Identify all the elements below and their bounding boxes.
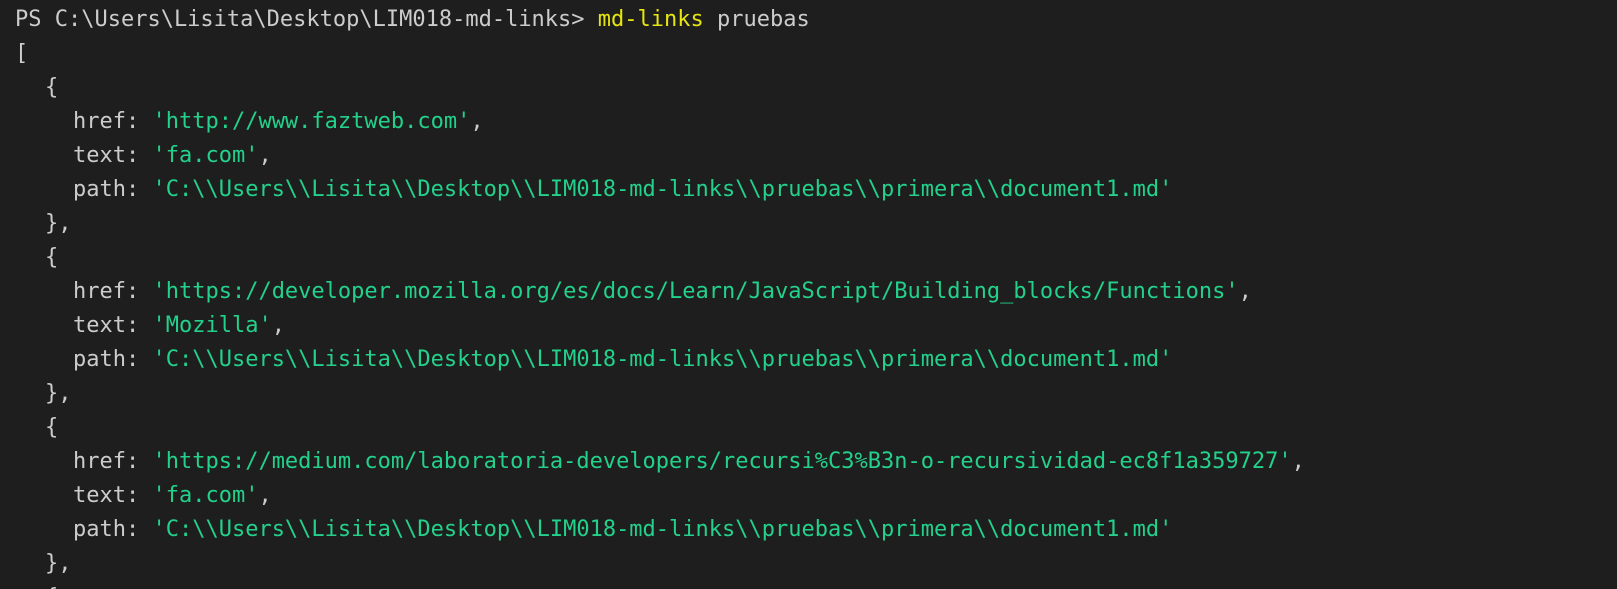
href-key: href: bbox=[73, 109, 153, 134]
href-value: 'https://developer.mozilla.org/es/docs/L… bbox=[152, 279, 1239, 304]
entry-close-brace: }, bbox=[45, 551, 72, 576]
href-key: href: bbox=[73, 279, 153, 304]
href-value: 'http://www.faztweb.com' bbox=[152, 109, 471, 134]
text-value: 'fa.com' bbox=[152, 483, 259, 508]
terminal-window[interactable]: PS C:\Users\Lisita\Desktop\LIM018-md-lin… bbox=[0, 0, 1617, 589]
entry-path-line: path: 'C:\\Users\\Lisita\\Desktop\\LIM01… bbox=[15, 173, 1617, 207]
entry-href-line: href: 'https://developer.mozilla.org/es/… bbox=[15, 275, 1617, 309]
path-key: path: bbox=[73, 177, 153, 202]
entry-path-line: path: 'C:\\Users\\Lisita\\Desktop\\LIM01… bbox=[15, 513, 1617, 547]
text-key: text: bbox=[73, 143, 153, 168]
href-key: href: bbox=[73, 449, 153, 474]
comma: , bbox=[1291, 449, 1305, 474]
prompt-path: PS C:\Users\Lisita\Desktop\LIM018-md-lin… bbox=[15, 7, 585, 32]
comma: , bbox=[258, 483, 272, 508]
comma: , bbox=[271, 313, 285, 338]
text-key: text: bbox=[73, 483, 153, 508]
prompt-line: PS C:\Users\Lisita\Desktop\LIM018-md-lin… bbox=[15, 3, 1617, 37]
command-name: md-links bbox=[597, 7, 704, 32]
entry-open-brace: { bbox=[45, 75, 59, 100]
entry-path-line: path: 'C:\\Users\\Lisita\\Desktop\\LIM01… bbox=[15, 343, 1617, 377]
comma: , bbox=[470, 109, 484, 134]
entry-open-brace: { bbox=[45, 415, 59, 440]
entry-open-brace: { bbox=[45, 245, 59, 270]
open-bracket: [ bbox=[15, 41, 29, 66]
comma: , bbox=[1238, 279, 1252, 304]
comma: , bbox=[258, 143, 272, 168]
href-value: 'https://medium.com/laboratoria-develope… bbox=[152, 449, 1292, 474]
entry-text-line: text: 'fa.com', bbox=[15, 139, 1617, 173]
path-value: 'C:\\Users\\Lisita\\Desktop\\LIM018-md-l… bbox=[152, 347, 1173, 372]
path-key: path: bbox=[73, 347, 153, 372]
path-value: 'C:\\Users\\Lisita\\Desktop\\LIM018-md-l… bbox=[152, 177, 1173, 202]
entry-open-brace-partial: { bbox=[15, 581, 1617, 589]
entry-text-line: text: 'Mozilla', bbox=[15, 309, 1617, 343]
path-value: 'C:\\Users\\Lisita\\Desktop\\LIM018-md-l… bbox=[152, 517, 1173, 542]
text-key: text: bbox=[73, 313, 153, 338]
entry-href-line: href: 'https://medium.com/laboratoria-de… bbox=[15, 445, 1617, 479]
entry-close-brace: }, bbox=[45, 381, 72, 406]
path-key: path: bbox=[73, 517, 153, 542]
entry-href-line: href: 'http://www.faztweb.com', bbox=[15, 105, 1617, 139]
command-argument: pruebas bbox=[717, 7, 810, 32]
text-value: 'fa.com' bbox=[152, 143, 259, 168]
entry-close-brace: }, bbox=[45, 211, 72, 236]
entry-text-line: text: 'fa.com', bbox=[15, 479, 1617, 513]
text-value: 'Mozilla' bbox=[152, 313, 272, 338]
